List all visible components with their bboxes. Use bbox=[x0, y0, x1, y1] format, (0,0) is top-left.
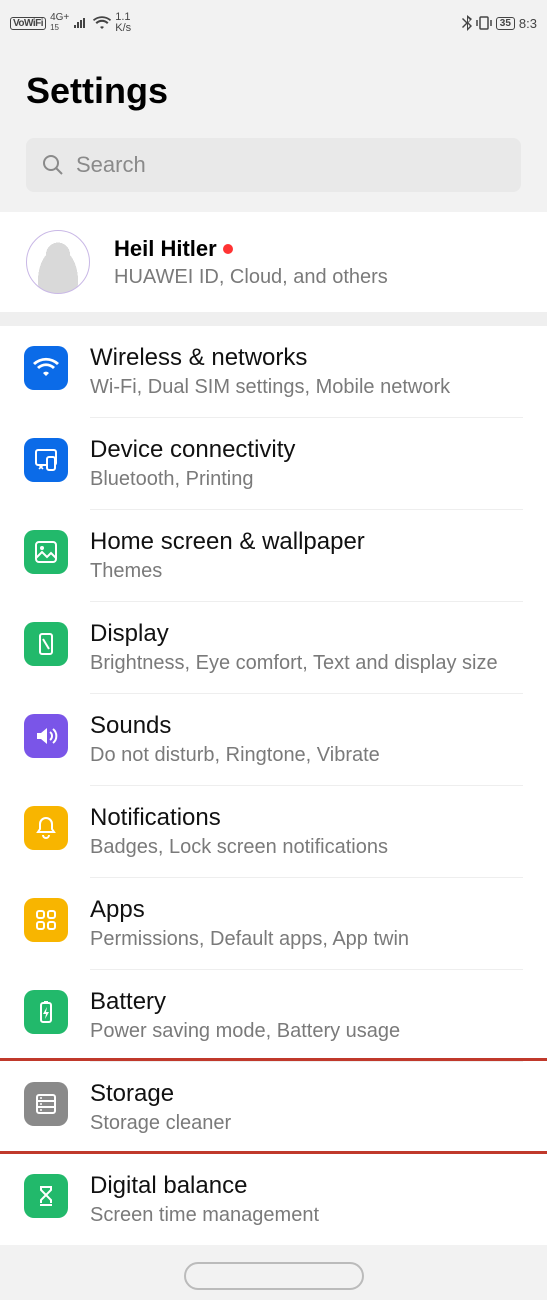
battery-icon bbox=[24, 990, 68, 1034]
display-icon bbox=[24, 622, 68, 666]
item-title: Battery bbox=[90, 988, 523, 1016]
account-row[interactable]: Heil Hitler HUAWEI ID, Cloud, and others bbox=[0, 212, 547, 312]
page-title: Settings bbox=[0, 40, 547, 138]
item-subtitle: Brightness, Eye comfort, Text and displa… bbox=[90, 652, 523, 675]
status-right: 35 8:3 bbox=[462, 15, 537, 31]
item-title: Wireless & networks bbox=[90, 344, 523, 372]
hourglass-icon bbox=[24, 1174, 68, 1218]
account-name: Heil Hitler bbox=[114, 236, 217, 262]
avatar bbox=[26, 230, 90, 294]
network-sub: 15 bbox=[50, 23, 59, 32]
search-input[interactable]: Search bbox=[26, 138, 521, 192]
item-subtitle: Bluetooth, Printing bbox=[90, 468, 523, 491]
item-title: Home screen & wallpaper bbox=[90, 528, 523, 556]
item-subtitle: Power saving mode, Battery usage bbox=[90, 1020, 523, 1043]
search-placeholder: Search bbox=[76, 152, 146, 178]
item-subtitle: Storage cleaner bbox=[90, 1112, 523, 1135]
clock: 8:3 bbox=[519, 16, 537, 31]
item-subtitle: Themes bbox=[90, 560, 523, 583]
battery-level: 35 bbox=[496, 17, 515, 30]
item-title: Device connectivity bbox=[90, 436, 523, 464]
item-subtitle: Permissions, Default apps, App twin bbox=[90, 928, 523, 951]
settings-item-display[interactable]: Display Brightness, Eye comfort, Text and… bbox=[0, 602, 547, 694]
settings-item-wallpaper[interactable]: Home screen & wallpaper Themes bbox=[0, 510, 547, 602]
settings-item-bell[interactable]: Notifications Badges, Lock screen notific… bbox=[0, 786, 547, 878]
settings-item-sound[interactable]: Sounds Do not disturb, Ringtone, Vibrate bbox=[0, 694, 547, 786]
item-subtitle: Badges, Lock screen notifications bbox=[90, 836, 523, 859]
vibrate-icon bbox=[476, 16, 492, 30]
speed-unit: K/s bbox=[115, 23, 131, 34]
nav-pill[interactable] bbox=[184, 1262, 364, 1290]
bluetooth-icon bbox=[462, 15, 472, 31]
settings-item-apps[interactable]: Apps Permissions, Default apps, App twin bbox=[0, 878, 547, 970]
item-subtitle: Wi-Fi, Dual SIM settings, Mobile network bbox=[90, 376, 523, 399]
search-icon bbox=[42, 154, 64, 176]
settings-item-wifi[interactable]: Wireless & networks Wi-Fi, Dual SIM setti… bbox=[0, 326, 547, 418]
section-divider bbox=[0, 312, 547, 326]
settings-item-hourglass[interactable]: Digital balance Screen time management bbox=[0, 1154, 547, 1245]
item-title: Notifications bbox=[90, 804, 523, 832]
notification-dot-icon bbox=[223, 244, 233, 254]
wifi-status-icon bbox=[93, 16, 111, 30]
signal-bars-icon bbox=[73, 17, 89, 29]
item-title: Storage bbox=[90, 1080, 523, 1108]
storage-icon bbox=[24, 1082, 68, 1126]
bell-icon bbox=[24, 806, 68, 850]
network-type: 4G+ bbox=[50, 12, 69, 23]
status-left: VoWiFi 4G+ 15 1.1 K/s bbox=[10, 12, 131, 34]
account-subtitle: HUAWEI ID, Cloud, and others bbox=[114, 266, 388, 289]
item-title: Apps bbox=[90, 896, 523, 924]
status-bar: VoWiFi 4G+ 15 1.1 K/s 35 8:3 bbox=[0, 0, 547, 40]
item-subtitle: Screen time management bbox=[90, 1204, 523, 1227]
item-title: Digital balance bbox=[90, 1172, 523, 1200]
item-title: Display bbox=[90, 620, 523, 648]
data-speed: 1.1 K/s bbox=[115, 12, 131, 34]
wifi-icon bbox=[24, 346, 68, 390]
item-title: Sounds bbox=[90, 712, 523, 740]
device-icon bbox=[24, 438, 68, 482]
settings-item-storage[interactable]: Storage Storage cleaner bbox=[0, 1062, 547, 1154]
wallpaper-icon bbox=[24, 530, 68, 574]
settings-item-device[interactable]: Device connectivity Bluetooth, Printing bbox=[0, 418, 547, 510]
network-indicator: 4G+ 15 bbox=[50, 13, 69, 33]
vowifi-badge: VoWiFi bbox=[10, 17, 46, 30]
item-subtitle: Do not disturb, Ringtone, Vibrate bbox=[90, 744, 523, 767]
sound-icon bbox=[24, 714, 68, 758]
settings-list: Wireless & networks Wi-Fi, Dual SIM setti… bbox=[0, 326, 547, 1245]
settings-item-battery[interactable]: Battery Power saving mode, Battery usage bbox=[0, 970, 547, 1062]
apps-icon bbox=[24, 898, 68, 942]
